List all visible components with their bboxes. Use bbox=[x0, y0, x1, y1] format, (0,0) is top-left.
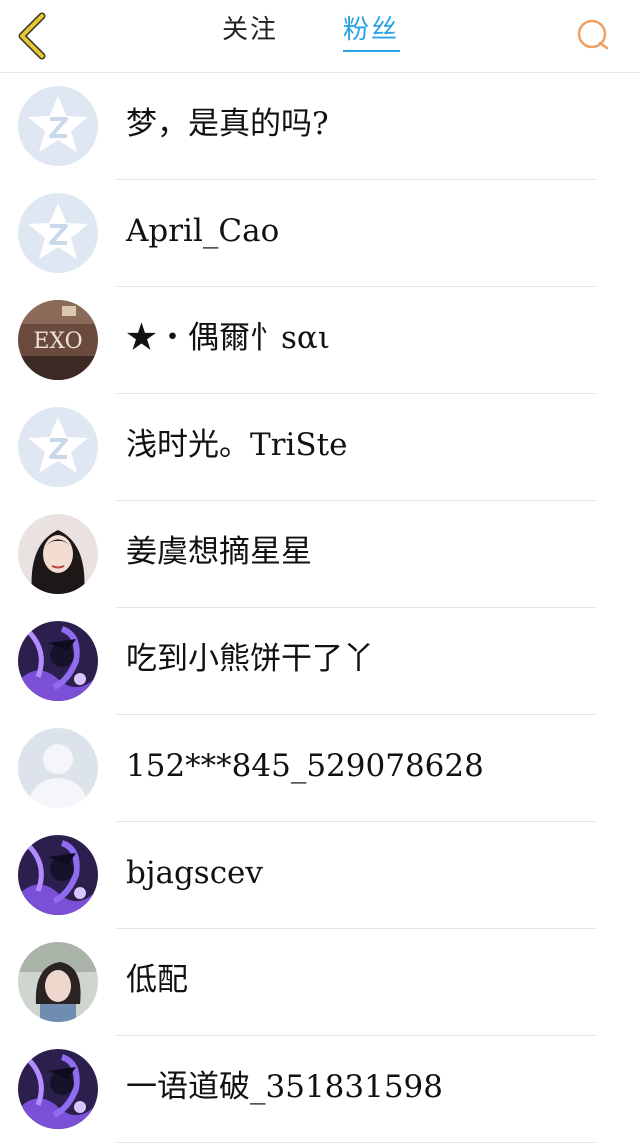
avatar[interactable] bbox=[18, 407, 98, 487]
chevron-left-icon bbox=[18, 12, 46, 60]
svg-text:EXO: EXO bbox=[33, 329, 82, 354]
girl-selfie-avatar-image bbox=[18, 942, 98, 1022]
top-nav-bar: 关注 粉丝 bbox=[0, 0, 640, 73]
search-icon bbox=[577, 19, 609, 50]
avatar[interactable]: EXO bbox=[18, 300, 98, 380]
fan-list-item[interactable]: bjagscev bbox=[0, 822, 640, 929]
fan-list-item[interactable]: 152***845_529078628 bbox=[0, 715, 640, 822]
avatar[interactable] bbox=[18, 193, 98, 273]
search-button[interactable] bbox=[574, 16, 612, 54]
avatar[interactable] bbox=[18, 728, 98, 808]
fan-nickname: bjagscev bbox=[126, 855, 263, 891]
fan-nickname: April_Cao bbox=[126, 213, 280, 249]
fan-nickname: 152***845_529078628 bbox=[126, 748, 484, 784]
exo-photo-avatar-image: EXO bbox=[18, 300, 98, 380]
avatar[interactable] bbox=[18, 621, 98, 701]
fan-list-item[interactable]: EXO ★・偶爾忄sαι bbox=[0, 287, 640, 394]
fan-nickname: 梦，是真的吗? bbox=[126, 106, 329, 142]
fan-list-item[interactable]: 浅时光。TriSte bbox=[0, 394, 640, 501]
default-person-avatar-image bbox=[18, 728, 98, 808]
avatar[interactable] bbox=[18, 942, 98, 1022]
fan-nickname: 低配 bbox=[126, 962, 188, 998]
anime-purple-avatar-image bbox=[18, 1049, 98, 1129]
avatar[interactable] bbox=[18, 1049, 98, 1129]
fan-nickname: 浅时光。TriSte bbox=[126, 427, 348, 463]
active-tab-indicator bbox=[343, 50, 400, 52]
back-button[interactable] bbox=[14, 12, 54, 60]
avatar[interactable] bbox=[18, 514, 98, 594]
fan-list-item[interactable]: 吃到小熊饼干了丫 bbox=[0, 608, 640, 715]
fan-list-item[interactable]: 一语道破_351831598 bbox=[0, 1036, 640, 1143]
default-qq-star-avatar-image bbox=[18, 86, 98, 166]
fans-list: 梦，是真的吗? April_Cao EXO ★・偶爾忄sαι 浅时光。TriSt… bbox=[0, 73, 640, 1143]
fan-nickname: 姜虞想摘星星 bbox=[126, 534, 312, 570]
default-qq-star-avatar-image bbox=[18, 407, 98, 487]
default-qq-star-avatar-image bbox=[18, 193, 98, 273]
fan-nickname: 吃到小熊饼干了丫 bbox=[126, 641, 374, 677]
anime-purple-avatar-image bbox=[18, 621, 98, 701]
fan-list-item[interactable]: 姜虞想摘星星 bbox=[0, 501, 640, 608]
avatar[interactable] bbox=[18, 835, 98, 915]
tab-follow[interactable]: 关注 bbox=[222, 10, 278, 50]
fan-nickname: 一语道破_351831598 bbox=[126, 1069, 444, 1105]
fan-list-item[interactable]: 梦，是真的吗? bbox=[0, 73, 640, 180]
fan-nickname: ★・偶爾忄sαι bbox=[126, 320, 330, 356]
anime-purple-avatar-image bbox=[18, 835, 98, 915]
avatar[interactable] bbox=[18, 86, 98, 166]
tab-fans[interactable]: 粉丝 bbox=[343, 10, 399, 50]
girl-portrait-avatar-image bbox=[18, 514, 98, 594]
fan-list-item[interactable]: 低配 bbox=[0, 929, 640, 1036]
fan-list-item[interactable]: April_Cao bbox=[0, 180, 640, 287]
